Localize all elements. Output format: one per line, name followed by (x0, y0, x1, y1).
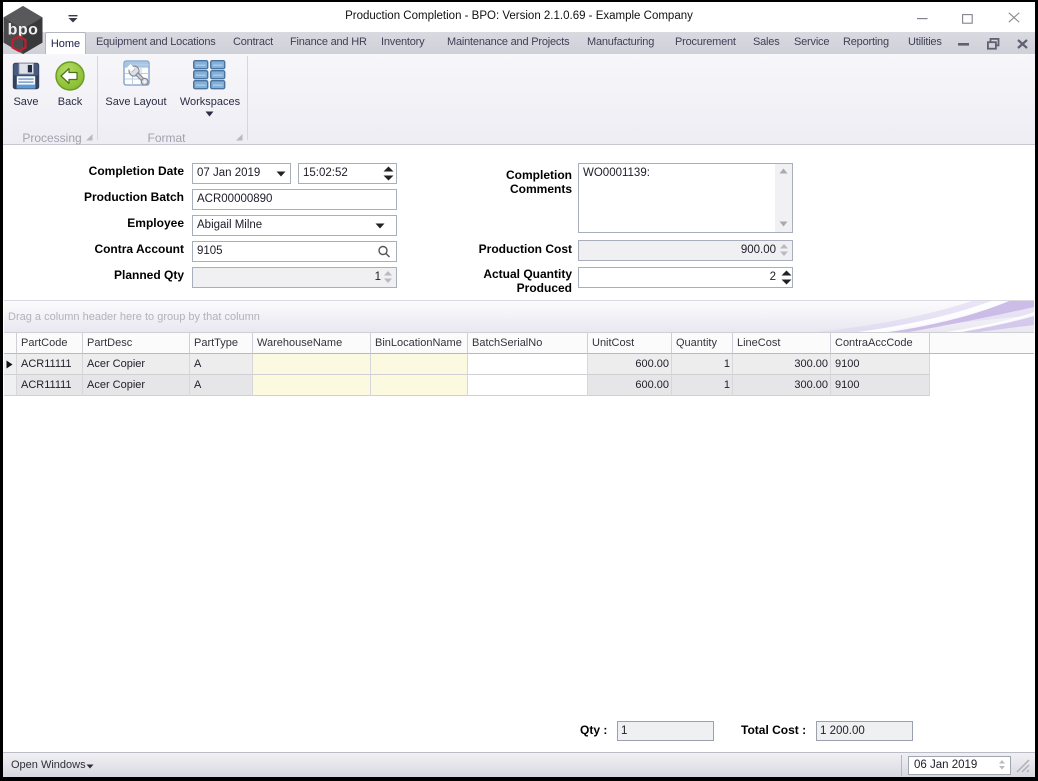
svg-text:bpo: bpo (8, 22, 39, 39)
